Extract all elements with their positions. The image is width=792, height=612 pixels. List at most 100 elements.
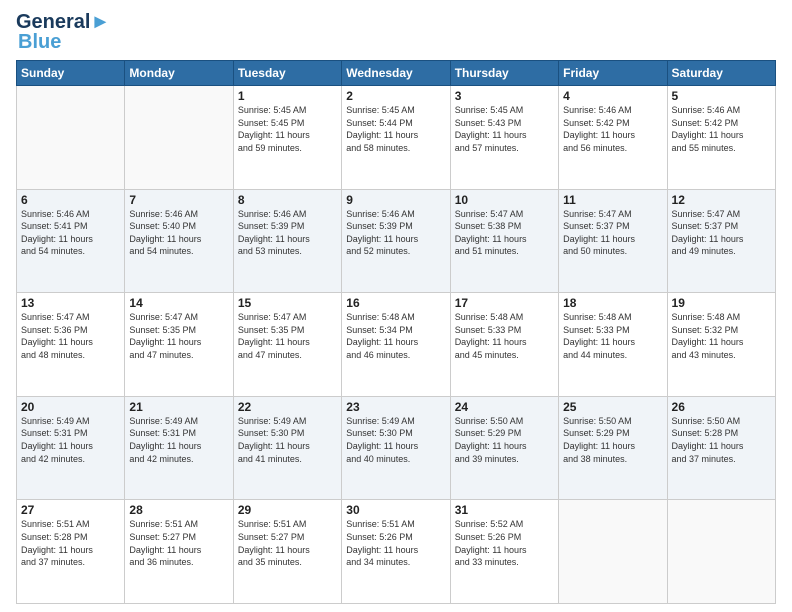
day-number: 9 xyxy=(346,193,445,207)
day-number: 15 xyxy=(238,296,337,310)
day-detail: Sunrise: 5:46 AM Sunset: 5:39 PM Dayligh… xyxy=(238,208,337,258)
col-saturday: Saturday xyxy=(667,61,775,86)
col-monday: Monday xyxy=(125,61,233,86)
calendar-cell: 29Sunrise: 5:51 AM Sunset: 5:27 PM Dayli… xyxy=(233,500,341,604)
day-detail: Sunrise: 5:45 AM Sunset: 5:43 PM Dayligh… xyxy=(455,104,554,154)
day-number: 4 xyxy=(563,89,662,103)
day-detail: Sunrise: 5:50 AM Sunset: 5:29 PM Dayligh… xyxy=(455,415,554,465)
day-detail: Sunrise: 5:50 AM Sunset: 5:28 PM Dayligh… xyxy=(672,415,771,465)
day-detail: Sunrise: 5:47 AM Sunset: 5:35 PM Dayligh… xyxy=(238,311,337,361)
day-number: 25 xyxy=(563,400,662,414)
day-detail: Sunrise: 5:47 AM Sunset: 5:35 PM Dayligh… xyxy=(129,311,228,361)
calendar-cell: 27Sunrise: 5:51 AM Sunset: 5:28 PM Dayli… xyxy=(17,500,125,604)
day-number: 26 xyxy=(672,400,771,414)
calendar-cell: 7Sunrise: 5:46 AM Sunset: 5:40 PM Daylig… xyxy=(125,189,233,293)
day-detail: Sunrise: 5:47 AM Sunset: 5:37 PM Dayligh… xyxy=(563,208,662,258)
day-number: 22 xyxy=(238,400,337,414)
day-detail: Sunrise: 5:46 AM Sunset: 5:40 PM Dayligh… xyxy=(129,208,228,258)
calendar-cell: 19Sunrise: 5:48 AM Sunset: 5:32 PM Dayli… xyxy=(667,293,775,397)
day-detail: Sunrise: 5:51 AM Sunset: 5:28 PM Dayligh… xyxy=(21,518,120,568)
day-detail: Sunrise: 5:47 AM Sunset: 5:38 PM Dayligh… xyxy=(455,208,554,258)
day-detail: Sunrise: 5:51 AM Sunset: 5:26 PM Dayligh… xyxy=(346,518,445,568)
day-detail: Sunrise: 5:45 AM Sunset: 5:44 PM Dayligh… xyxy=(346,104,445,154)
day-number: 16 xyxy=(346,296,445,310)
day-detail: Sunrise: 5:52 AM Sunset: 5:26 PM Dayligh… xyxy=(455,518,554,568)
day-number: 27 xyxy=(21,503,120,517)
calendar-cell xyxy=(667,500,775,604)
day-number: 31 xyxy=(455,503,554,517)
calendar-cell: 5Sunrise: 5:46 AM Sunset: 5:42 PM Daylig… xyxy=(667,86,775,190)
day-number: 7 xyxy=(129,193,228,207)
calendar-cell xyxy=(559,500,667,604)
day-number: 28 xyxy=(129,503,228,517)
day-detail: Sunrise: 5:46 AM Sunset: 5:39 PM Dayligh… xyxy=(346,208,445,258)
calendar-cell: 4Sunrise: 5:46 AM Sunset: 5:42 PM Daylig… xyxy=(559,86,667,190)
day-number: 20 xyxy=(21,400,120,414)
col-wednesday: Wednesday xyxy=(342,61,450,86)
week-row-2: 6Sunrise: 5:46 AM Sunset: 5:41 PM Daylig… xyxy=(17,189,776,293)
calendar-cell: 3Sunrise: 5:45 AM Sunset: 5:43 PM Daylig… xyxy=(450,86,558,190)
week-row-1: 1Sunrise: 5:45 AM Sunset: 5:45 PM Daylig… xyxy=(17,86,776,190)
week-row-4: 20Sunrise: 5:49 AM Sunset: 5:31 PM Dayli… xyxy=(17,396,776,500)
calendar-cell: 1Sunrise: 5:45 AM Sunset: 5:45 PM Daylig… xyxy=(233,86,341,190)
col-tuesday: Tuesday xyxy=(233,61,341,86)
calendar-cell: 2Sunrise: 5:45 AM Sunset: 5:44 PM Daylig… xyxy=(342,86,450,190)
day-detail: Sunrise: 5:46 AM Sunset: 5:42 PM Dayligh… xyxy=(563,104,662,154)
calendar-cell: 8Sunrise: 5:46 AM Sunset: 5:39 PM Daylig… xyxy=(233,189,341,293)
day-detail: Sunrise: 5:46 AM Sunset: 5:42 PM Dayligh… xyxy=(672,104,771,154)
calendar-cell xyxy=(125,86,233,190)
day-number: 10 xyxy=(455,193,554,207)
day-detail: Sunrise: 5:46 AM Sunset: 5:41 PM Dayligh… xyxy=(21,208,120,258)
day-detail: Sunrise: 5:48 AM Sunset: 5:32 PM Dayligh… xyxy=(672,311,771,361)
calendar-cell: 23Sunrise: 5:49 AM Sunset: 5:30 PM Dayli… xyxy=(342,396,450,500)
calendar-table: Sunday Monday Tuesday Wednesday Thursday… xyxy=(16,60,776,604)
day-detail: Sunrise: 5:48 AM Sunset: 5:33 PM Dayligh… xyxy=(455,311,554,361)
day-number: 24 xyxy=(455,400,554,414)
page-container: General► Blue Sunday Monday Tuesday Wedn… xyxy=(0,0,792,612)
calendar-cell: 22Sunrise: 5:49 AM Sunset: 5:30 PM Dayli… xyxy=(233,396,341,500)
day-detail: Sunrise: 5:45 AM Sunset: 5:45 PM Dayligh… xyxy=(238,104,337,154)
day-number: 8 xyxy=(238,193,337,207)
calendar-cell: 9Sunrise: 5:46 AM Sunset: 5:39 PM Daylig… xyxy=(342,189,450,293)
calendar-cell: 11Sunrise: 5:47 AM Sunset: 5:37 PM Dayli… xyxy=(559,189,667,293)
day-number: 5 xyxy=(672,89,771,103)
day-number: 17 xyxy=(455,296,554,310)
day-number: 30 xyxy=(346,503,445,517)
calendar-cell: 6Sunrise: 5:46 AM Sunset: 5:41 PM Daylig… xyxy=(17,189,125,293)
day-number: 6 xyxy=(21,193,120,207)
col-friday: Friday xyxy=(559,61,667,86)
week-row-3: 13Sunrise: 5:47 AM Sunset: 5:36 PM Dayli… xyxy=(17,293,776,397)
day-number: 18 xyxy=(563,296,662,310)
calendar-cell: 21Sunrise: 5:49 AM Sunset: 5:31 PM Dayli… xyxy=(125,396,233,500)
logo: General► Blue xyxy=(16,12,110,52)
day-number: 12 xyxy=(672,193,771,207)
calendar-cell: 17Sunrise: 5:48 AM Sunset: 5:33 PM Dayli… xyxy=(450,293,558,397)
calendar-cell: 10Sunrise: 5:47 AM Sunset: 5:38 PM Dayli… xyxy=(450,189,558,293)
calendar-cell: 12Sunrise: 5:47 AM Sunset: 5:37 PM Dayli… xyxy=(667,189,775,293)
day-detail: Sunrise: 5:49 AM Sunset: 5:30 PM Dayligh… xyxy=(346,415,445,465)
day-detail: Sunrise: 5:50 AM Sunset: 5:29 PM Dayligh… xyxy=(563,415,662,465)
day-number: 29 xyxy=(238,503,337,517)
day-detail: Sunrise: 5:48 AM Sunset: 5:33 PM Dayligh… xyxy=(563,311,662,361)
calendar-cell xyxy=(17,86,125,190)
day-number: 14 xyxy=(129,296,228,310)
day-number: 23 xyxy=(346,400,445,414)
day-number: 2 xyxy=(346,89,445,103)
day-detail: Sunrise: 5:48 AM Sunset: 5:34 PM Dayligh… xyxy=(346,311,445,361)
day-detail: Sunrise: 5:49 AM Sunset: 5:30 PM Dayligh… xyxy=(238,415,337,465)
day-detail: Sunrise: 5:47 AM Sunset: 5:36 PM Dayligh… xyxy=(21,311,120,361)
day-detail: Sunrise: 5:49 AM Sunset: 5:31 PM Dayligh… xyxy=(21,415,120,465)
header: General► Blue xyxy=(16,12,776,52)
col-sunday: Sunday xyxy=(17,61,125,86)
day-number: 1 xyxy=(238,89,337,103)
calendar-cell: 14Sunrise: 5:47 AM Sunset: 5:35 PM Dayli… xyxy=(125,293,233,397)
calendar-cell: 15Sunrise: 5:47 AM Sunset: 5:35 PM Dayli… xyxy=(233,293,341,397)
calendar-cell: 30Sunrise: 5:51 AM Sunset: 5:26 PM Dayli… xyxy=(342,500,450,604)
day-detail: Sunrise: 5:51 AM Sunset: 5:27 PM Dayligh… xyxy=(238,518,337,568)
day-detail: Sunrise: 5:51 AM Sunset: 5:27 PM Dayligh… xyxy=(129,518,228,568)
day-number: 13 xyxy=(21,296,120,310)
calendar-cell: 16Sunrise: 5:48 AM Sunset: 5:34 PM Dayli… xyxy=(342,293,450,397)
calendar-cell: 25Sunrise: 5:50 AM Sunset: 5:29 PM Dayli… xyxy=(559,396,667,500)
calendar-cell: 28Sunrise: 5:51 AM Sunset: 5:27 PM Dayli… xyxy=(125,500,233,604)
col-thursday: Thursday xyxy=(450,61,558,86)
